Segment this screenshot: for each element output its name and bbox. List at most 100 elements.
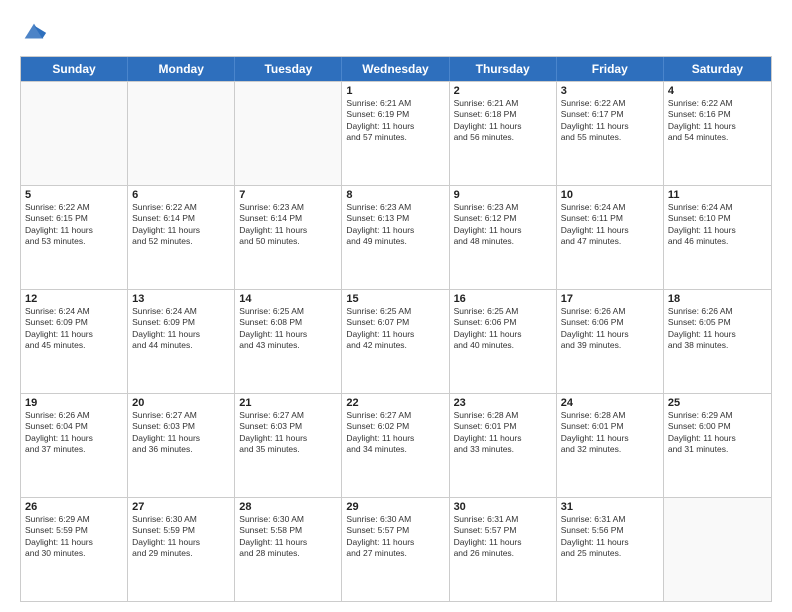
header-day-friday: Friday [557,57,664,81]
table-row: 17Sunrise: 6:26 AM Sunset: 6:06 PM Dayli… [557,290,664,393]
day-info: Sunrise: 6:28 AM Sunset: 6:01 PM Dayligh… [561,410,659,456]
day-number: 5 [25,189,123,201]
table-row: 3Sunrise: 6:22 AM Sunset: 6:17 PM Daylig… [557,82,664,185]
day-info: Sunrise: 6:29 AM Sunset: 6:00 PM Dayligh… [668,410,767,456]
table-row: 30Sunrise: 6:31 AM Sunset: 5:57 PM Dayli… [450,498,557,601]
calendar-week-5: 26Sunrise: 6:29 AM Sunset: 5:59 PM Dayli… [21,497,771,601]
table-row: 16Sunrise: 6:25 AM Sunset: 6:06 PM Dayli… [450,290,557,393]
logo [20,18,50,46]
day-number: 2 [454,85,552,97]
table-row: 14Sunrise: 6:25 AM Sunset: 6:08 PM Dayli… [235,290,342,393]
header-day-saturday: Saturday [664,57,771,81]
day-number: 31 [561,501,659,513]
day-info: Sunrise: 6:31 AM Sunset: 5:56 PM Dayligh… [561,514,659,560]
day-number: 15 [346,293,444,305]
calendar: SundayMondayTuesdayWednesdayThursdayFrid… [20,56,772,602]
day-info: Sunrise: 6:24 AM Sunset: 6:11 PM Dayligh… [561,202,659,248]
day-info: Sunrise: 6:23 AM Sunset: 6:13 PM Dayligh… [346,202,444,248]
table-row: 22Sunrise: 6:27 AM Sunset: 6:02 PM Dayli… [342,394,449,497]
calendar-week-2: 5Sunrise: 6:22 AM Sunset: 6:15 PM Daylig… [21,185,771,289]
table-row: 11Sunrise: 6:24 AM Sunset: 6:10 PM Dayli… [664,186,771,289]
table-row: 24Sunrise: 6:28 AM Sunset: 6:01 PM Dayli… [557,394,664,497]
page-header [20,18,772,46]
table-row: 4Sunrise: 6:22 AM Sunset: 6:16 PM Daylig… [664,82,771,185]
day-number: 1 [346,85,444,97]
day-info: Sunrise: 6:30 AM Sunset: 5:58 PM Dayligh… [239,514,337,560]
day-number: 9 [454,189,552,201]
table-row [21,82,128,185]
day-number: 3 [561,85,659,97]
day-info: Sunrise: 6:27 AM Sunset: 6:02 PM Dayligh… [346,410,444,456]
table-row: 27Sunrise: 6:30 AM Sunset: 5:59 PM Dayli… [128,498,235,601]
day-number: 12 [25,293,123,305]
day-info: Sunrise: 6:24 AM Sunset: 6:09 PM Dayligh… [25,306,123,352]
table-row [235,82,342,185]
day-number: 14 [239,293,337,305]
day-number: 4 [668,85,767,97]
day-info: Sunrise: 6:22 AM Sunset: 6:15 PM Dayligh… [25,202,123,248]
header-day-wednesday: Wednesday [342,57,449,81]
day-number: 18 [668,293,767,305]
table-row: 7Sunrise: 6:23 AM Sunset: 6:14 PM Daylig… [235,186,342,289]
day-info: Sunrise: 6:27 AM Sunset: 6:03 PM Dayligh… [239,410,337,456]
table-row: 26Sunrise: 6:29 AM Sunset: 5:59 PM Dayli… [21,498,128,601]
day-info: Sunrise: 6:22 AM Sunset: 6:17 PM Dayligh… [561,98,659,144]
day-info: Sunrise: 6:22 AM Sunset: 6:14 PM Dayligh… [132,202,230,248]
day-number: 7 [239,189,337,201]
table-row: 1Sunrise: 6:21 AM Sunset: 6:19 PM Daylig… [342,82,449,185]
table-row [664,498,771,601]
day-info: Sunrise: 6:26 AM Sunset: 6:06 PM Dayligh… [561,306,659,352]
day-number: 25 [668,397,767,409]
day-info: Sunrise: 6:26 AM Sunset: 6:04 PM Dayligh… [25,410,123,456]
table-row: 2Sunrise: 6:21 AM Sunset: 6:18 PM Daylig… [450,82,557,185]
table-row: 12Sunrise: 6:24 AM Sunset: 6:09 PM Dayli… [21,290,128,393]
day-info: Sunrise: 6:24 AM Sunset: 6:09 PM Dayligh… [132,306,230,352]
day-number: 16 [454,293,552,305]
table-row: 18Sunrise: 6:26 AM Sunset: 6:05 PM Dayli… [664,290,771,393]
header-day-tuesday: Tuesday [235,57,342,81]
day-number: 21 [239,397,337,409]
day-info: Sunrise: 6:30 AM Sunset: 5:57 PM Dayligh… [346,514,444,560]
day-number: 27 [132,501,230,513]
calendar-header: SundayMondayTuesdayWednesdayThursdayFrid… [21,57,771,81]
table-row: 31Sunrise: 6:31 AM Sunset: 5:56 PM Dayli… [557,498,664,601]
day-info: Sunrise: 6:28 AM Sunset: 6:01 PM Dayligh… [454,410,552,456]
day-number: 23 [454,397,552,409]
day-info: Sunrise: 6:31 AM Sunset: 5:57 PM Dayligh… [454,514,552,560]
day-info: Sunrise: 6:22 AM Sunset: 6:16 PM Dayligh… [668,98,767,144]
day-number: 30 [454,501,552,513]
day-number: 22 [346,397,444,409]
day-number: 11 [668,189,767,201]
day-info: Sunrise: 6:24 AM Sunset: 6:10 PM Dayligh… [668,202,767,248]
day-info: Sunrise: 6:25 AM Sunset: 6:06 PM Dayligh… [454,306,552,352]
table-row: 23Sunrise: 6:28 AM Sunset: 6:01 PM Dayli… [450,394,557,497]
day-number: 17 [561,293,659,305]
day-number: 6 [132,189,230,201]
logo-icon [20,18,48,46]
table-row: 15Sunrise: 6:25 AM Sunset: 6:07 PM Dayli… [342,290,449,393]
table-row: 20Sunrise: 6:27 AM Sunset: 6:03 PM Dayli… [128,394,235,497]
day-number: 29 [346,501,444,513]
table-row: 6Sunrise: 6:22 AM Sunset: 6:14 PM Daylig… [128,186,235,289]
day-info: Sunrise: 6:23 AM Sunset: 6:14 PM Dayligh… [239,202,337,248]
day-info: Sunrise: 6:23 AM Sunset: 6:12 PM Dayligh… [454,202,552,248]
day-info: Sunrise: 6:21 AM Sunset: 6:19 PM Dayligh… [346,98,444,144]
calendar-week-4: 19Sunrise: 6:26 AM Sunset: 6:04 PM Dayli… [21,393,771,497]
day-number: 8 [346,189,444,201]
table-row: 10Sunrise: 6:24 AM Sunset: 6:11 PM Dayli… [557,186,664,289]
table-row: 21Sunrise: 6:27 AM Sunset: 6:03 PM Dayli… [235,394,342,497]
day-info: Sunrise: 6:30 AM Sunset: 5:59 PM Dayligh… [132,514,230,560]
day-info: Sunrise: 6:27 AM Sunset: 6:03 PM Dayligh… [132,410,230,456]
table-row [128,82,235,185]
day-info: Sunrise: 6:21 AM Sunset: 6:18 PM Dayligh… [454,98,552,144]
calendar-week-1: 1Sunrise: 6:21 AM Sunset: 6:19 PM Daylig… [21,81,771,185]
calendar-body: 1Sunrise: 6:21 AM Sunset: 6:19 PM Daylig… [21,81,771,601]
table-row: 8Sunrise: 6:23 AM Sunset: 6:13 PM Daylig… [342,186,449,289]
day-number: 10 [561,189,659,201]
table-row: 25Sunrise: 6:29 AM Sunset: 6:00 PM Dayli… [664,394,771,497]
day-info: Sunrise: 6:29 AM Sunset: 5:59 PM Dayligh… [25,514,123,560]
day-number: 20 [132,397,230,409]
table-row: 28Sunrise: 6:30 AM Sunset: 5:58 PM Dayli… [235,498,342,601]
table-row: 19Sunrise: 6:26 AM Sunset: 6:04 PM Dayli… [21,394,128,497]
day-info: Sunrise: 6:25 AM Sunset: 6:07 PM Dayligh… [346,306,444,352]
